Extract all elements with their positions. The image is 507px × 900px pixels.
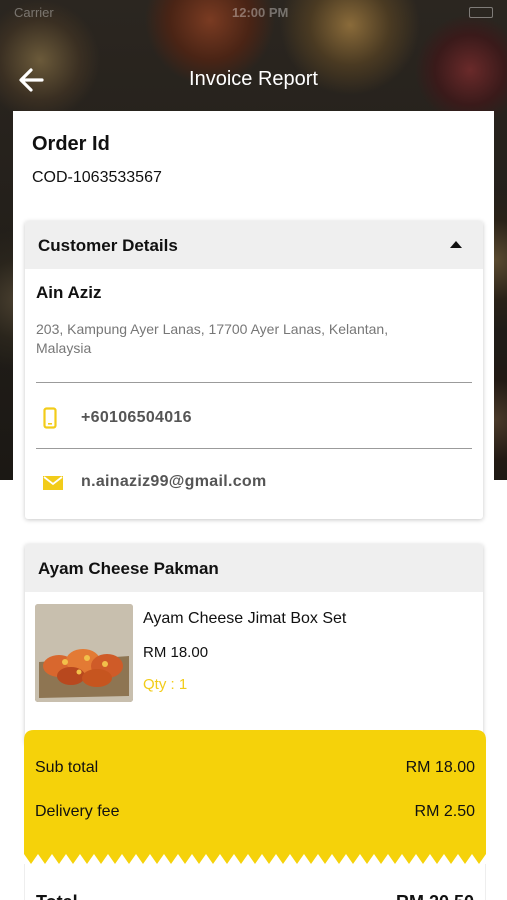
carrier-label: Carrier	[14, 5, 54, 20]
customer-name: Ain Aziz	[36, 283, 102, 302]
customer-details-title: Customer Details	[38, 236, 178, 255]
total-value: RM 20.50	[396, 892, 474, 900]
status-time: 12:00 PM	[232, 5, 289, 20]
item-price: RM 18.00	[143, 644, 209, 661]
page-title: Invoice Report	[189, 68, 318, 90]
item-name: Ayam Cheese Jimat Box Set	[143, 610, 347, 627]
order-id-value: COD-1063533567	[32, 169, 162, 186]
total-label: Total	[36, 892, 78, 900]
customer-email[interactable]: n.ainaziz99@gmail.com	[81, 473, 267, 491]
delivery-fee-label: Delivery fee	[35, 803, 120, 820]
divider	[36, 448, 472, 449]
food-box-image	[35, 604, 133, 702]
subtotal-value: RM 18.00	[405, 759, 475, 776]
customer-phone[interactable]: +60106504016	[81, 409, 192, 427]
mobile-phone-icon	[43, 407, 57, 429]
shop-header: Ayam Cheese Pakman	[25, 544, 483, 592]
status-bar: Carrier 12:00 PM	[0, 0, 507, 24]
customer-details-header[interactable]: Customer Details	[25, 221, 483, 269]
battery-icon	[469, 7, 493, 18]
divider	[36, 382, 472, 383]
nav-bar: Invoice Report	[0, 52, 507, 108]
receipt-zigzag-background	[24, 730, 486, 864]
caret-up-icon[interactable]	[450, 241, 462, 248]
total-row: Total RM 20.50	[24, 864, 486, 900]
shop-items-card: Ayam Cheese Pakman Ayam Cheese Jimat Box…	[25, 544, 483, 744]
subtotal-label: Sub total	[35, 759, 99, 776]
customer-details-card: Customer Details Ain Aziz 203, Kampung A…	[25, 221, 483, 519]
totals-receipt: Sub total RM 18.00 Delivery fee RM 2.50	[24, 730, 486, 864]
shop-name: Ayam Cheese Pakman	[38, 559, 219, 578]
envelope-icon	[43, 476, 63, 490]
item-quantity: Qty : 1	[143, 676, 188, 693]
customer-address: 203, Kampung Ayer Lanas, 17700 Ayer Lana…	[36, 321, 389, 356]
order-id-label: Order Id	[32, 133, 110, 155]
delivery-fee-value: RM 2.50	[414, 803, 475, 820]
